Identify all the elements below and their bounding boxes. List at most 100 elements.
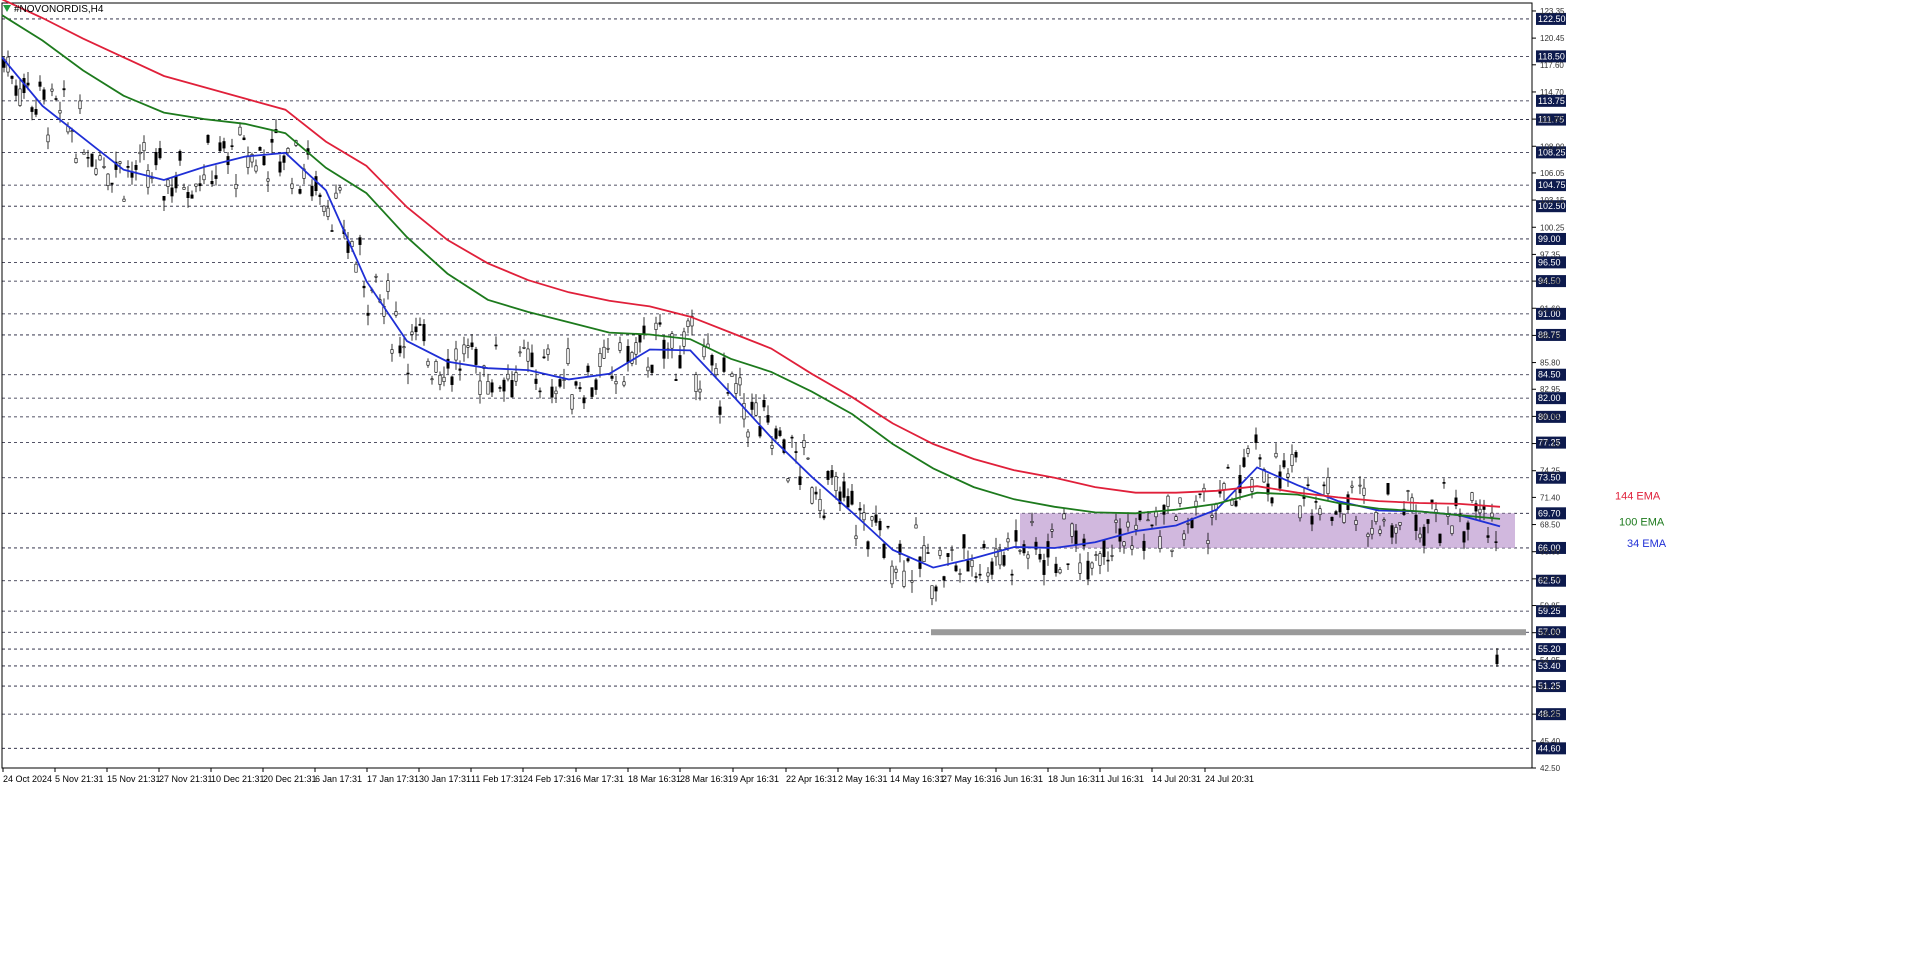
candle-body (466, 345, 470, 348)
candle-body (602, 346, 606, 359)
candle-body (338, 187, 342, 191)
candle-body (1374, 512, 1378, 522)
time-tick: 24 Oct 2024 (3, 774, 52, 784)
candle-body (610, 375, 614, 379)
candle-body (162, 195, 166, 201)
candle-body (26, 82, 30, 86)
time-tick: 17 Jan 17:31 (367, 774, 419, 784)
time-tick: 24 Jul 20:31 (1205, 774, 1254, 784)
price-tick: 65.60 (1540, 548, 1561, 557)
candle-body (886, 525, 890, 528)
candle-body (286, 148, 290, 153)
candle-body (122, 198, 126, 202)
candle-body (598, 352, 602, 367)
candle-body (278, 161, 282, 173)
chart-frame (1, 2, 1533, 769)
candle-body (1422, 526, 1426, 546)
candle-body (786, 478, 790, 482)
candle-body (282, 155, 286, 163)
candle-body (1226, 466, 1230, 469)
candle-body (1366, 533, 1370, 537)
candle-body (54, 98, 58, 100)
candle-body (170, 187, 174, 197)
price-tick: 111.80 (1540, 115, 1564, 124)
candle-body (478, 380, 482, 395)
chart-title: #NOVONORDIS,H4 (14, 4, 104, 15)
candle-body (1178, 497, 1182, 504)
candle-body (1486, 535, 1490, 538)
candle-body (434, 361, 438, 373)
candle-body (98, 155, 102, 161)
candle-body (906, 558, 910, 562)
candle-body (1090, 562, 1094, 569)
candle-body (1082, 538, 1086, 547)
candle-body (146, 170, 150, 188)
candle-body (1398, 522, 1402, 526)
price-tick: 94.50 (1540, 277, 1561, 286)
candle-body (462, 344, 466, 355)
candle-body (1270, 497, 1274, 504)
candle-body (502, 379, 506, 392)
price-tick: 91.60 (1540, 304, 1561, 313)
candle-body (614, 381, 618, 385)
candle-body (394, 311, 398, 316)
candle-body (822, 515, 826, 519)
candle-body (238, 126, 242, 136)
candle-body (978, 573, 982, 576)
candle-body (882, 543, 886, 558)
candle-body (850, 490, 854, 505)
candle-body (558, 379, 562, 387)
time-tick: 14 May 16:31 (890, 774, 945, 784)
level-label: 84.50 (1538, 370, 1561, 380)
candle-body (262, 155, 266, 166)
candle-body (430, 378, 434, 381)
candle-body (1278, 471, 1282, 489)
candle-body (778, 430, 782, 436)
price-tick: 100.25 (1540, 223, 1565, 232)
candle-body (1318, 508, 1322, 515)
candle-body (814, 491, 818, 495)
candle-body (354, 263, 358, 273)
candle-body (618, 342, 622, 351)
candle-body (766, 415, 770, 423)
candle-body (686, 320, 690, 328)
candle-body (1254, 434, 1258, 443)
candle-body (1122, 541, 1126, 547)
candle-body (1350, 485, 1354, 488)
grid-lines (2, 18, 1532, 749)
candle-body (1010, 573, 1014, 576)
candle-body (546, 348, 550, 355)
candle-body (834, 476, 838, 492)
price-tick: 106.05 (1540, 169, 1565, 178)
candle-body (1246, 448, 1250, 454)
candle-body (138, 151, 142, 155)
candle-body (1158, 536, 1162, 549)
level-label: 99.00 (1538, 234, 1561, 244)
candle-body (210, 181, 214, 185)
price-tick: 88.70 (1540, 331, 1561, 340)
candle-body (178, 151, 182, 161)
candle-body (894, 568, 898, 573)
candle-body (390, 349, 394, 354)
candle-body (1106, 559, 1110, 562)
candle-body (18, 88, 22, 106)
candle-body (490, 382, 494, 393)
candle-body (1298, 505, 1302, 519)
price-tick: 77.15 (1540, 440, 1561, 449)
candle-body (1022, 544, 1026, 554)
candle-body (106, 173, 110, 187)
candle-body (1078, 562, 1082, 574)
candle-body (570, 394, 574, 410)
candle-body (198, 183, 202, 187)
level-label: 104.75 (1538, 180, 1566, 190)
candle-body (746, 431, 750, 438)
candle-body (458, 368, 462, 371)
price-tick: 59.85 (1540, 602, 1561, 611)
candle-body (1050, 529, 1054, 532)
candle-body (254, 165, 258, 172)
candle-body (318, 194, 322, 197)
candle-body (242, 137, 246, 141)
candle-body (230, 145, 234, 147)
candle-body (1326, 477, 1330, 494)
candle-body (1110, 555, 1114, 557)
